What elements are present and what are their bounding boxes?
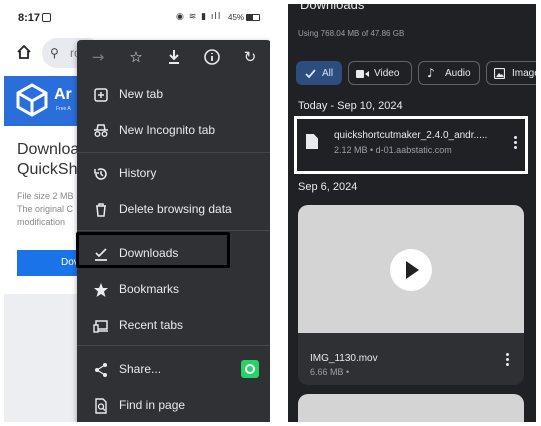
menu-item-bookmarks[interactable]: Bookmarks: [77, 272, 270, 306]
history-icon: [94, 168, 107, 180]
refresh-icon[interactable]: ↻: [239, 46, 261, 68]
menu-divider: [77, 230, 270, 231]
site-settings-icon[interactable]: ⚲: [50, 46, 59, 60]
filter-chip-audio[interactable]: ♪ Audio: [418, 61, 480, 85]
menu-item-label: New Incognito tab: [119, 123, 216, 137]
status-time: 8:17: [18, 12, 41, 24]
filter-chip-images[interactable]: Images: [486, 61, 536, 85]
menu-item-label: Share...: [119, 362, 162, 376]
menu-item-label: New tab: [119, 87, 164, 101]
download-item-video[interactable]: IMG_1130.mov 6.66 MB •: [298, 205, 524, 385]
menu-item-label: Recent tabs: [119, 318, 184, 332]
menu-item-label: History: [119, 166, 157, 180]
battery-percent: 45%: [228, 13, 245, 22]
status-bar: 8:17 ◉ ≋ ▮ ıll 45%: [4, 4, 270, 32]
menu-item-share[interactable]: Share...: [77, 352, 270, 386]
menu-item-recent-tabs[interactable]: Recent tabs: [77, 308, 270, 342]
downloads-screen: Downloads Using 768.04 MB of 47.86 GB Al…: [288, 4, 536, 422]
play-icon[interactable]: [390, 249, 432, 291]
notification-icon: [42, 13, 51, 22]
check-icon: [305, 69, 316, 79]
whatsapp-icon[interactable]: [241, 360, 259, 378]
video-name: IMG_1130.mov: [310, 353, 378, 364]
menu-item-find-in-page[interactable]: Find in page: [77, 388, 270, 422]
menu-item-label: Find in page: [119, 398, 186, 412]
menu-item-history[interactable]: History: [77, 156, 270, 190]
filter-chip-video[interactable]: Video: [348, 61, 412, 85]
downloads-title: Downloads: [300, 4, 365, 12]
music-note-icon: ♪: [427, 66, 435, 80]
more-options-icon[interactable]: [506, 353, 510, 367]
chip-label: Images: [512, 68, 536, 79]
filter-chip-all[interactable]: All: [296, 61, 342, 85]
menu-item-label: Bookmarks: [119, 282, 180, 296]
site-logo-icon: [16, 83, 48, 117]
recent-tabs-icon: [93, 320, 108, 333]
file-highlight-box: [294, 116, 528, 174]
chip-label: All: [322, 68, 334, 79]
menu-divider: [77, 152, 270, 153]
menu-item-delete-browsing-data[interactable]: Delete browsing data: [77, 192, 270, 226]
menu-toolbar: → ☆ ↻: [77, 40, 270, 76]
section-date-older: Sep 6, 2024: [298, 181, 358, 193]
video-meta: 6.66 MB •: [310, 367, 350, 377]
downloads-highlight-box: [76, 232, 230, 268]
signal-icons: ◉ ≋ ▮ ıll: [176, 12, 222, 22]
chrome-overflow-menu: → ☆ ↻ New tab New Incognito tab History …: [77, 40, 270, 422]
bookmarks-star-icon: [94, 283, 108, 297]
battery-icon: [246, 14, 260, 21]
site-tagline: Free A: [56, 106, 71, 112]
chip-label: Video: [374, 68, 400, 79]
image-icon: [494, 68, 505, 79]
storage-usage: Using 768.04 MB of 47.86 GB: [298, 29, 405, 38]
video-icon: [356, 70, 369, 78]
home-icon[interactable]: [16, 44, 32, 60]
trash-icon: [96, 203, 106, 217]
incognito-icon: [94, 124, 108, 137]
bookmark-star-icon[interactable]: ☆: [125, 46, 147, 68]
menu-item-label: Delete browsing data: [119, 202, 232, 216]
menu-item-new-tab[interactable]: New tab: [77, 77, 270, 111]
section-date-today: Today - Sep 10, 2024: [298, 100, 403, 112]
forward-icon[interactable]: →: [87, 46, 109, 68]
chip-label: Audio: [445, 68, 471, 79]
browser-screen: 8:17 ◉ ≋ ▮ ıll 45% ⚲ ro Ar Free A Downlo…: [4, 4, 270, 422]
screenshot-stage: 8:17 ◉ ≋ ▮ ıll 45% ⚲ ro Ar Free A Downlo…: [0, 0, 541, 426]
download-item-next-thumbnail[interactable]: [298, 394, 524, 422]
new-tab-icon: [94, 88, 108, 102]
menu-divider: [77, 345, 270, 346]
share-icon: [95, 363, 107, 377]
menu-item-new-incognito-tab[interactable]: New Incognito tab: [77, 113, 270, 147]
video-thumbnail: [298, 205, 524, 333]
find-in-page-icon: [95, 398, 107, 414]
info-icon[interactable]: [201, 46, 223, 68]
site-name: Ar: [54, 86, 72, 103]
download-page-icon[interactable]: [163, 46, 185, 68]
